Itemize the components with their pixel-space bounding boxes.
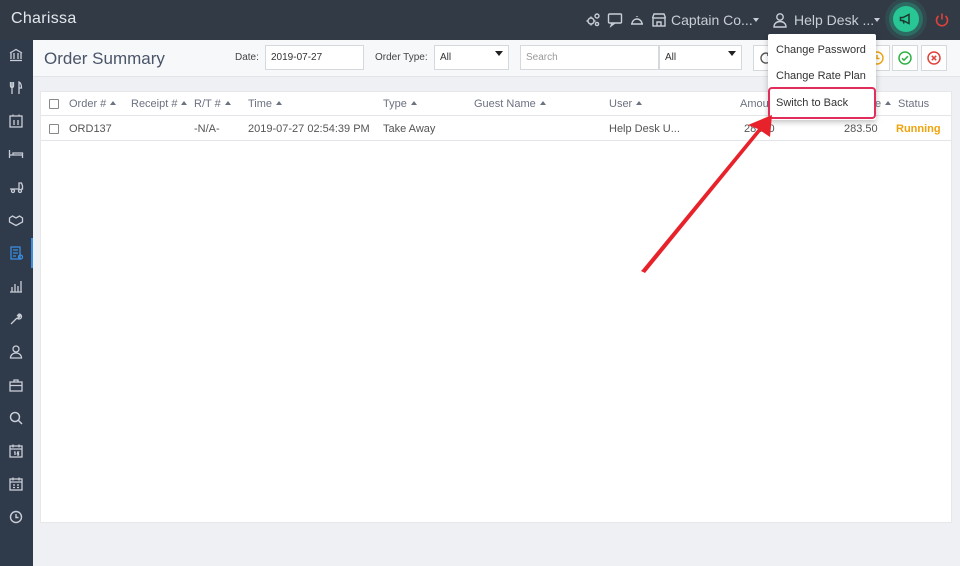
restaurant-selector[interactable]: Captain Co... xyxy=(671,12,753,28)
calendar-31-icon xyxy=(9,444,23,458)
bank-icon xyxy=(9,48,23,62)
chevron-down-icon xyxy=(753,18,759,22)
orders-table: Order # Receipt # R/T # Time Type Guest … xyxy=(40,91,952,523)
sidebar-item-tools[interactable] xyxy=(0,304,33,334)
sidebar xyxy=(0,40,33,566)
date-label: Date: xyxy=(235,52,259,63)
delivery-icon xyxy=(10,182,24,194)
sidebar-item-rooms[interactable] xyxy=(0,139,33,169)
sidebar-item-reports[interactable] xyxy=(0,271,33,301)
cloche-icon[interactable] xyxy=(628,11,646,29)
chevron-down-icon xyxy=(495,51,503,56)
check-circle-icon xyxy=(898,51,912,65)
column-header[interactable]: Order # xyxy=(69,98,117,110)
user-cell: Help Desk U... xyxy=(609,123,680,135)
sidebar-item-history[interactable] xyxy=(0,502,33,532)
cutlery-icon xyxy=(9,80,23,94)
sidebar-item-handshake[interactable] xyxy=(0,205,33,235)
column-header[interactable]: User xyxy=(609,98,643,110)
column-header[interactable]: Type xyxy=(383,98,417,110)
bed-icon xyxy=(8,150,24,158)
sidebar-item-search[interactable] xyxy=(0,403,33,433)
sort-up-icon xyxy=(224,101,231,105)
amount-cell: 28 .50 xyxy=(744,123,775,135)
order-type-label: Order Type: xyxy=(375,52,428,63)
column-header[interactable]: Time xyxy=(248,98,283,110)
sidebar-item-guests[interactable] xyxy=(0,337,33,367)
user-menu[interactable]: Help Desk ... xyxy=(794,12,874,28)
person-icon xyxy=(9,345,23,359)
store-icon[interactable] xyxy=(650,11,668,29)
sidebar-item-restaurant[interactable] xyxy=(0,73,33,103)
brand-name: Charissa xyxy=(11,10,77,27)
sort-up-icon xyxy=(110,101,117,105)
search-input[interactable] xyxy=(520,45,659,70)
date-field[interactable] xyxy=(265,45,364,70)
orders-icon xyxy=(10,246,24,260)
sidebar-item-inventory[interactable] xyxy=(0,370,33,400)
close-circle-icon xyxy=(927,51,941,65)
handshake-icon xyxy=(8,215,24,227)
kitchen-icon xyxy=(9,114,23,128)
sidebar-item-delivery[interactable] xyxy=(0,172,33,202)
megaphone-icon xyxy=(899,13,910,25)
sidebar-item-bank[interactable] xyxy=(0,40,33,70)
time-cell: 2019-07-27 02:54:39 PM xyxy=(248,123,370,135)
sort-up-icon xyxy=(539,101,546,105)
user-icon[interactable] xyxy=(771,11,789,29)
rt-cell: -N/A- xyxy=(194,123,220,135)
column-header[interactable]: e xyxy=(875,98,892,110)
status-badge: Running xyxy=(896,123,941,135)
chat-icon[interactable] xyxy=(606,11,624,29)
filter-value: All xyxy=(665,52,677,63)
sidebar-item-calendar[interactable] xyxy=(0,436,33,466)
type-cell: Take Away xyxy=(383,123,436,135)
column-header[interactable]: Guest Name xyxy=(474,98,546,110)
sort-up-icon xyxy=(636,101,643,105)
sidebar-item-schedule[interactable] xyxy=(0,469,33,499)
highlight-box xyxy=(768,87,876,119)
sidebar-item-kitchen[interactable] xyxy=(0,106,33,136)
column-header[interactable]: Amou xyxy=(740,98,769,110)
briefcase-icon xyxy=(9,379,23,392)
sort-up-icon xyxy=(276,101,283,105)
announcement-button[interactable] xyxy=(893,6,919,32)
order-cell: ORD137 xyxy=(69,123,112,135)
select-all-checkbox[interactable] xyxy=(49,99,59,109)
sort-up-icon xyxy=(410,101,417,105)
settings-cluster-icon[interactable] xyxy=(584,11,602,29)
search-icon xyxy=(9,411,23,425)
filter-select[interactable]: All xyxy=(659,45,742,70)
menu-item-change-rate-plan[interactable]: Change Rate Plan xyxy=(768,62,876,88)
tools-icon xyxy=(10,313,23,325)
bar-chart-icon xyxy=(10,281,22,293)
menu-item-change-password[interactable]: Change Password xyxy=(768,36,876,62)
chevron-down-icon xyxy=(874,18,880,22)
column-header[interactable]: Receipt # xyxy=(131,98,188,110)
sort-up-icon xyxy=(885,101,892,105)
calendar-grid-icon xyxy=(9,477,23,491)
complete-button[interactable] xyxy=(892,45,918,71)
cancel-button[interactable] xyxy=(921,45,947,71)
page-title: Order Summary xyxy=(44,49,165,68)
clock-icon xyxy=(9,510,23,524)
order-type-select[interactable]: All xyxy=(434,45,509,70)
table-row[interactable]: ORD137 -N/A- 2019-07-27 02:54:39 PM Take… xyxy=(41,117,951,141)
sidebar-item-orders[interactable] xyxy=(0,238,33,268)
column-header[interactable]: Status xyxy=(898,98,929,110)
sort-up-icon xyxy=(181,101,188,105)
total-cell: 283.50 xyxy=(844,123,878,135)
power-icon[interactable] xyxy=(933,11,951,29)
order-type-value: All xyxy=(440,52,452,63)
row-checkbox[interactable] xyxy=(49,124,59,134)
column-header[interactable]: R/T # xyxy=(194,98,231,110)
chevron-down-icon xyxy=(728,51,736,56)
